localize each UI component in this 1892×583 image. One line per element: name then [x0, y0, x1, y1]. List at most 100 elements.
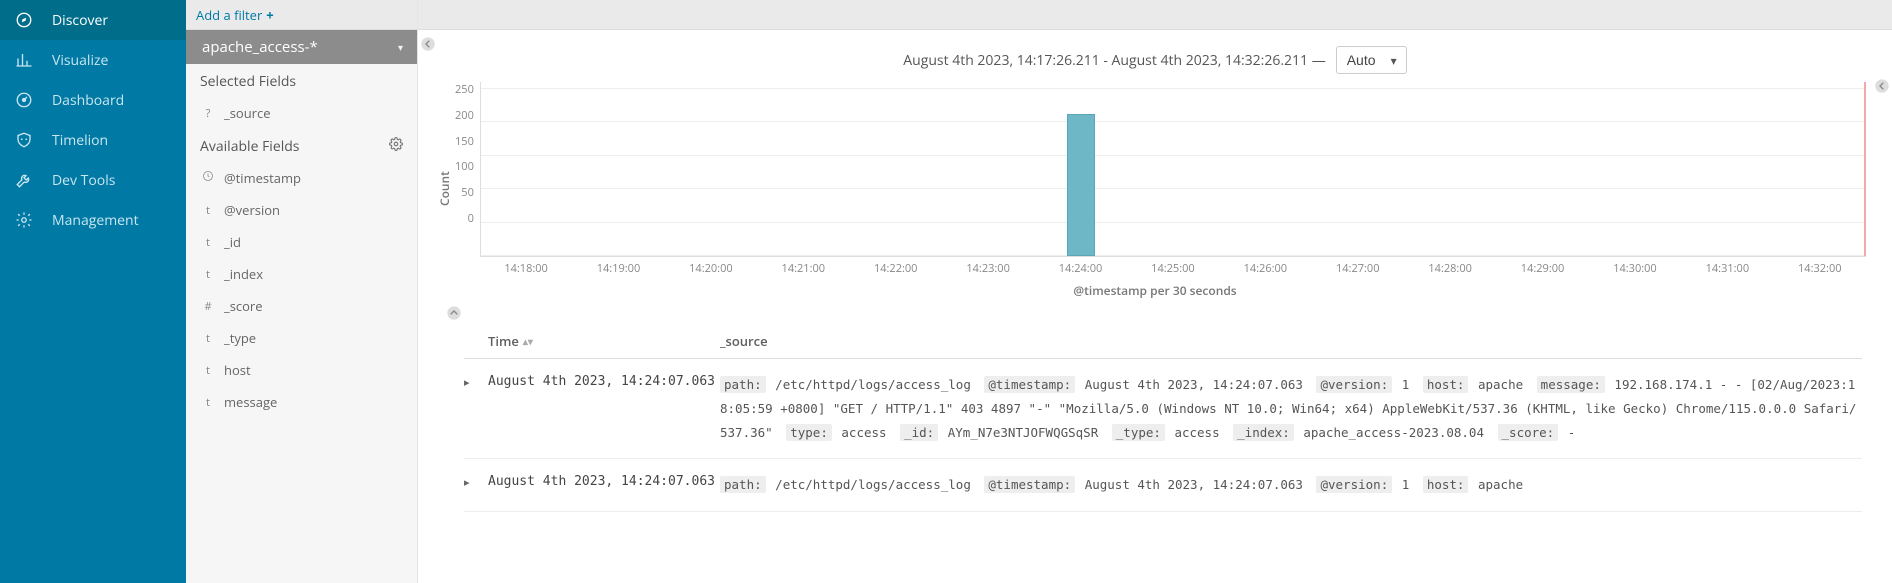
type-icon: t	[200, 267, 216, 282]
field-key: @timestamp:	[984, 376, 1075, 393]
field-name: @version	[224, 201, 280, 219]
field-key: _score:	[1498, 424, 1559, 441]
field-key: @version:	[1316, 376, 1392, 393]
type-icon: #	[200, 299, 216, 314]
wrench-icon	[14, 170, 34, 190]
field-source[interactable]: ? _source	[186, 97, 417, 129]
field-name: _id	[224, 233, 241, 251]
nav-label: Visualize	[52, 51, 108, 70]
field-key: path:	[720, 476, 766, 493]
field-value: /etc/httpd/logs/access_log	[775, 477, 971, 492]
main-content: August 4th 2023, 14:17:26.211 - August 4…	[418, 0, 1892, 583]
field-value: -	[1568, 425, 1576, 440]
collapse-left-icon[interactable]	[420, 36, 436, 57]
type-icon: ?	[200, 106, 216, 121]
shield-icon	[14, 130, 34, 150]
field-name: _source	[224, 104, 271, 122]
available-fields-header: Available Fields	[186, 129, 417, 162]
nav-label: Discover	[52, 11, 108, 30]
clock-icon	[200, 170, 216, 186]
time-range-text: August 4th 2023, 14:17:26.211 - August 4…	[903, 51, 1325, 70]
collapse-right-icon[interactable]	[1874, 78, 1890, 99]
add-filter-button[interactable]: Add a filter +	[186, 0, 417, 30]
cell-time: August 4th 2023, 14:24:07.063	[488, 473, 720, 489]
field-index[interactable]: t _index	[186, 258, 417, 290]
plot-area[interactable]: 14:18:0014:19:0014:20:0014:21:0014:22:00…	[480, 82, 1866, 276]
field-key: @version:	[1316, 476, 1392, 493]
nav-item-discover[interactable]: Discover	[0, 0, 186, 40]
field-key: message:	[1537, 376, 1605, 393]
field-name: _index	[224, 265, 263, 283]
sort-icon: ▴▾	[523, 334, 533, 348]
nav-item-dev-tools[interactable]: Dev Tools	[0, 160, 186, 200]
nav-item-visualize[interactable]: Visualize	[0, 40, 186, 80]
expand-row-icon[interactable]: ▸	[464, 373, 488, 390]
filter-bar-main	[418, 0, 1892, 30]
index-pattern-label: apache_access-*	[202, 37, 318, 57]
gauge-icon	[14, 90, 34, 110]
field-value: 1	[1402, 477, 1410, 492]
cell-time: August 4th 2023, 14:24:07.063	[488, 373, 720, 389]
field-name: _score	[224, 297, 263, 315]
field-value: August 4th 2023, 14:24:07.063	[1085, 377, 1303, 392]
plus-icon: +	[266, 6, 273, 24]
column-header-source[interactable]: _source	[720, 332, 1862, 350]
cell-source: path: /etc/httpd/logs/access_log @timest…	[720, 373, 1862, 444]
histogram-chart[interactable]: Count 250200150100500 14:18:0014:19:0014…	[418, 78, 1892, 278]
nav-label: Dev Tools	[52, 171, 115, 190]
field-value: apache	[1478, 377, 1523, 392]
nav-item-timelion[interactable]: Timelion	[0, 120, 186, 160]
field-version[interactable]: t@version	[186, 194, 417, 226]
gear-icon	[14, 210, 34, 230]
nav-item-management[interactable]: Management	[0, 200, 186, 240]
compass-icon	[14, 10, 34, 30]
y-axis-label: Count	[434, 102, 455, 276]
chevron-down-icon: ▾	[398, 40, 403, 54]
field-key: host:	[1423, 376, 1469, 393]
x-axis-label: @timestamp per 30 seconds	[418, 278, 1892, 305]
collapse-chart-icon[interactable]	[418, 305, 1892, 326]
selected-fields-header: Selected Fields	[186, 64, 417, 97]
field-name: host	[224, 361, 251, 379]
table-row: ▸August 4th 2023, 14:24:07.063path: /etc…	[464, 459, 1862, 512]
type-icon: t	[200, 331, 216, 346]
cell-source: path: /etc/httpd/logs/access_log @timest…	[720, 473, 1862, 497]
field-value: 1	[1402, 377, 1410, 392]
field-name: @timestamp	[224, 169, 301, 187]
field-key: path:	[720, 376, 766, 393]
field-host[interactable]: thost	[186, 354, 417, 386]
type-icon: t	[200, 395, 216, 410]
field-timestamp[interactable]: @timestamp	[186, 162, 417, 194]
field-value: access	[1174, 425, 1219, 440]
y-axis: 250200150100500	[455, 82, 480, 246]
gear-icon[interactable]	[389, 137, 403, 156]
field-key: _type:	[1112, 424, 1165, 441]
field-key: @timestamp:	[984, 476, 1075, 493]
index-pattern-selector[interactable]: apache_access-* ▾	[186, 30, 417, 64]
barchart-icon	[14, 50, 34, 70]
interval-select[interactable]: Auto	[1336, 46, 1407, 74]
field-message[interactable]: t message	[186, 386, 417, 418]
fields-panel: Add a filter + apache_access-* ▾ Selecte…	[186, 0, 418, 583]
field-key: _index:	[1233, 424, 1294, 441]
nav-label: Management	[52, 211, 139, 230]
field-value: AYm_N7e3NTJOFWQGSqSR	[948, 425, 1099, 440]
field-name: message	[224, 393, 277, 411]
field-type[interactable]: t_type	[186, 322, 417, 354]
field-value: /etc/httpd/logs/access_log	[775, 377, 971, 392]
expand-row-icon[interactable]: ▸	[464, 473, 488, 490]
brush-edge[interactable]	[1864, 82, 1866, 256]
nav-label: Dashboard	[52, 91, 124, 110]
x-axis: 14:18:0014:19:0014:20:0014:21:0014:22:00…	[480, 256, 1866, 276]
histogram-bar[interactable]	[1067, 114, 1095, 256]
field-key: host:	[1423, 476, 1469, 493]
nav-item-dashboard[interactable]: Dashboard	[0, 80, 186, 120]
type-icon: t	[200, 235, 216, 250]
field-value: apache	[1478, 477, 1523, 492]
field-id[interactable]: t _id	[186, 226, 417, 258]
table-row: ▸August 4th 2023, 14:24:07.063path: /etc…	[464, 359, 1862, 459]
column-header-time[interactable]: Time▴▾	[488, 332, 720, 350]
results-table: Time▴▾ _source ▸August 4th 2023, 14:24:0…	[418, 326, 1892, 583]
field-value: August 4th 2023, 14:24:07.063	[1085, 477, 1303, 492]
field-score[interactable]: # _score	[186, 290, 417, 322]
